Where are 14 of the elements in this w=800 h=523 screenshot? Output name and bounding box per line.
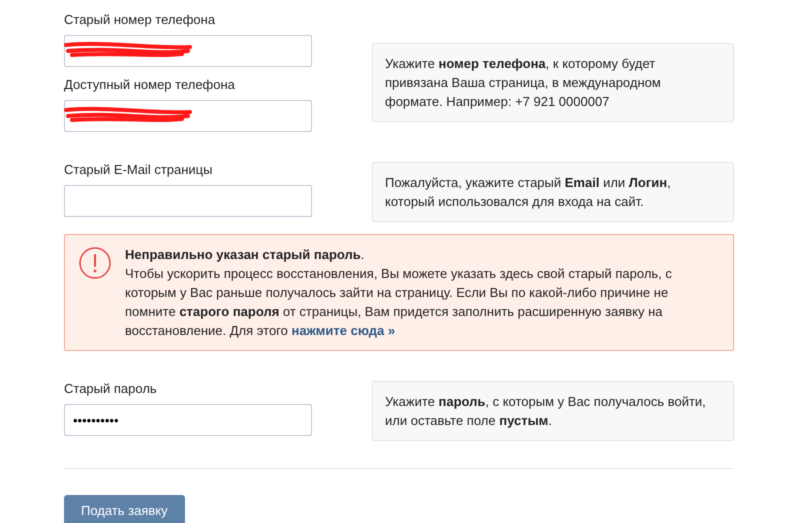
field-label: Старый номер телефона <box>64 12 216 28</box>
hint-text: Укажите пароль, с которым у Вас получалось войти, или оставьте поле пустым. <box>385 393 707 430</box>
help-link[interactable]: нажмите сюда » <box>291 323 396 338</box>
error-title: Неправильно указан старый пароль. <box>125 246 366 264</box>
hint-text: Укажите номер телефона, к которому будет привязана Ваша страница, в международном формате. Например: +7 921 0000007 <box>385 54 662 110</box>
warning-icon <box>79 247 111 279</box>
field-label: Старый E-Mail страницы <box>64 162 214 178</box>
submit-button[interactable]: Подать заявку <box>64 495 185 523</box>
input-field[interactable] <box>64 185 312 217</box>
field-label: Доступный номер телефона <box>64 77 236 93</box>
error-message: Чтобы ускорить процесс восстановления, Вы можете указать здесь свой старый пароль, с которым у Вас раньше получалось зайти на страницу. Если Вы по какой-либо причине не помните старого пароля от страницы, Вам придется заполнить расширенную заявку на восстановление. Для этого нажмите сюда » <box>125 265 673 340</box>
hint-text: Пожалуйста, укажите старый Email или Логин, который использовался для входа на сайт. <box>385 174 672 211</box>
field-label: Старый пароль <box>64 381 158 397</box>
input-field[interactable]: •••••••••• <box>64 404 312 436</box>
